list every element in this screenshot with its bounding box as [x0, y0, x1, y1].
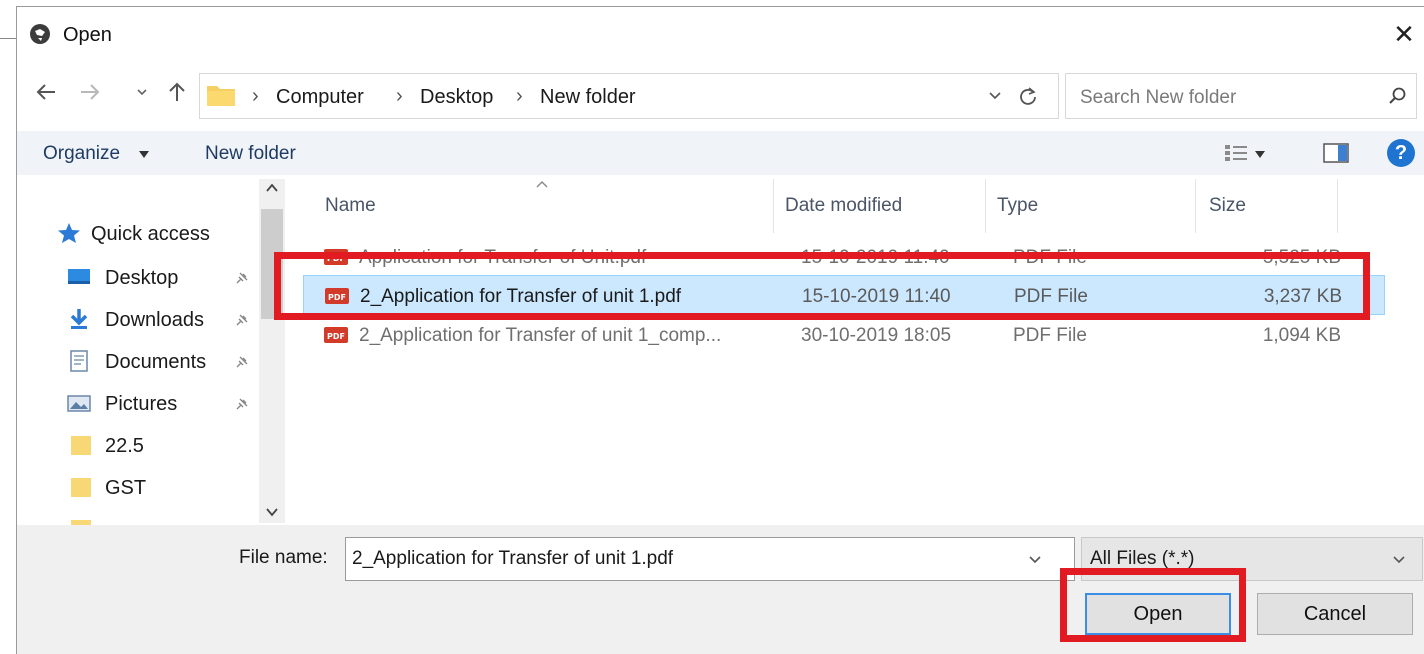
nav-label: Downloads — [105, 309, 204, 331]
pdf-icon-text: PDF — [327, 332, 345, 341]
breadcrumb-new-folder[interactable]: New folder — [540, 86, 636, 109]
chevron-down-icon[interactable] — [988, 88, 1002, 102]
column-header-date-modified[interactable]: Date modified — [785, 195, 902, 217]
file-name: 2_Application for Transfer of unit 1_com… — [359, 325, 722, 346]
file-type-filter-value: All Files (*.*) — [1090, 548, 1195, 569]
nav-label: GST — [105, 477, 147, 499]
title-bar: Open ✕ — [17, 7, 1424, 61]
file-name-label: File name: — [239, 547, 328, 568]
caret-down-icon[interactable] — [1255, 151, 1265, 159]
column-divider[interactable] — [985, 179, 986, 233]
chevron-down-icon[interactable] — [265, 505, 279, 519]
navigation-scrollbar[interactable] — [259, 179, 285, 523]
breadcrumb-separator: › — [252, 85, 259, 107]
column-header-type[interactable]: Type — [997, 195, 1038, 217]
column-divider[interactable] — [1195, 179, 1196, 233]
nav-item-folder-gst[interactable]: GST — [17, 469, 267, 505]
command-bar: Organize New folder ? — [17, 131, 1424, 175]
column-header-size[interactable]: Size — [1209, 195, 1246, 217]
highlight-box-open-button — [1060, 568, 1246, 642]
pictures-icon — [67, 395, 91, 412]
column-divider[interactable] — [773, 179, 774, 233]
search-icon[interactable] — [1388, 86, 1408, 106]
file-name-value: 2_Application for Transfer of unit 1.pdf — [352, 548, 674, 569]
breadcrumb-desktop[interactable]: Desktop — [420, 86, 493, 109]
nav-item-desktop[interactable]: Desktop — [17, 259, 267, 295]
back-arrow-icon[interactable] — [33, 79, 59, 105]
address-bar[interactable]: › Computer › Desktop › New folder — [199, 73, 1059, 119]
help-icon[interactable]: ? — [1387, 139, 1415, 167]
navigation-pane: Quick access Desktop Downloads Documents… — [17, 175, 287, 525]
folder-icon — [71, 436, 91, 455]
nav-item-folder-22-5[interactable]: 22.5 — [17, 427, 267, 463]
file-name-input[interactable]: 2_Application for Transfer of unit 1.pdf — [345, 537, 1075, 581]
highlight-box-selected-file — [274, 252, 1370, 320]
file-type: PDF File — [1013, 325, 1087, 346]
documents-icon — [70, 350, 88, 372]
nav-item-partial[interactable] — [17, 511, 267, 525]
window-title: Open — [63, 24, 112, 46]
chevron-down-icon[interactable] — [1392, 554, 1406, 566]
up-arrow-icon[interactable] — [165, 79, 189, 105]
pdf-file-icon: PDF — [324, 327, 348, 343]
nav-label: Documents — [105, 351, 207, 373]
column-header-name[interactable]: Name — [325, 195, 376, 217]
nav-label: Desktop — [105, 267, 179, 289]
pin-icon — [236, 356, 248, 368]
nav-label: Quick access — [91, 223, 210, 245]
sort-ascending-icon — [536, 181, 548, 188]
file-date: 30-10-2019 18:05 — [801, 325, 952, 346]
nav-item-pictures[interactable]: Pictures — [17, 385, 267, 421]
pin-icon — [236, 272, 248, 284]
new-folder-button[interactable]: New folder — [205, 143, 296, 165]
star-icon — [58, 223, 80, 243]
download-arrow-icon — [70, 309, 88, 329]
file-row[interactable]: PDF 2_Application for Transfer of unit 1… — [303, 315, 1385, 355]
close-button[interactable]: ✕ — [1389, 19, 1419, 49]
breadcrumb-separator: › — [396, 85, 403, 107]
file-list: Name Date modified Type Size PDF Applica… — [287, 175, 1424, 525]
nav-item-quick-access[interactable]: Quick access — [17, 215, 267, 251]
pin-icon — [236, 398, 248, 410]
caret-down-icon — [139, 151, 149, 158]
refresh-icon[interactable] — [1016, 84, 1040, 108]
file-size: 1,094 KB — [1262, 325, 1341, 346]
nav-label: 22.5 — [105, 435, 144, 457]
app-globe-icon — [30, 24, 50, 44]
breadcrumb-computer[interactable]: Computer — [276, 86, 364, 109]
folder-icon — [71, 478, 91, 497]
organize-menu[interactable]: Organize — [43, 143, 120, 165]
open-file-dialog: Open ✕ › Computer › Desktop › New folder — [16, 6, 1424, 654]
nav-item-downloads[interactable]: Downloads — [17, 301, 267, 337]
nav-label: Pictures — [105, 393, 178, 415]
folder-icon — [207, 86, 235, 106]
column-divider[interactable] — [1337, 179, 1338, 233]
breadcrumb-separator: › — [516, 85, 523, 107]
preview-pane-icon[interactable] — [1323, 143, 1349, 163]
chevron-down-icon[interactable] — [1028, 554, 1042, 566]
view-options-icon[interactable] — [1223, 141, 1251, 165]
nav-item-documents[interactable]: Documents — [17, 343, 267, 379]
forward-arrow-icon[interactable] — [77, 79, 103, 105]
search-placeholder: Search New folder — [1080, 87, 1237, 108]
pin-icon — [236, 314, 248, 326]
cancel-button[interactable]: Cancel — [1257, 593, 1413, 635]
folder-icon — [71, 520, 91, 525]
chevron-down-icon[interactable] — [135, 85, 149, 99]
desktop-icon — [68, 269, 90, 284]
chevron-up-icon[interactable] — [265, 181, 279, 195]
search-input[interactable]: Search New folder — [1065, 73, 1417, 119]
